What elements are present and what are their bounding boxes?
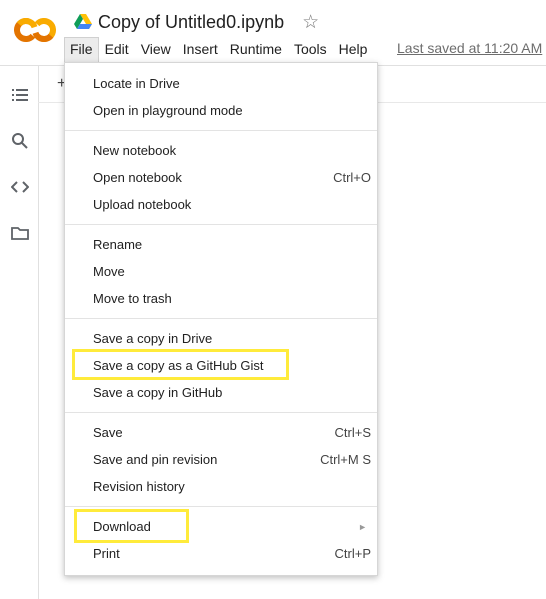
- shortcut-label: Ctrl+P: [334, 546, 371, 561]
- menu-item-open-playground[interactable]: Open in playground mode: [93, 100, 371, 122]
- menu-item-save-and-pin[interactable]: Save and pin revision Ctrl+M S: [93, 449, 371, 471]
- code-snippets-icon[interactable]: [11, 178, 29, 196]
- menu-separator: [65, 130, 377, 131]
- menu-separator: [65, 318, 377, 319]
- menu-insert[interactable]: Insert: [177, 37, 224, 61]
- files-folder-icon[interactable]: [11, 224, 29, 242]
- menu-item-upload-notebook[interactable]: Upload notebook: [93, 194, 371, 216]
- menu-item-print[interactable]: Print Ctrl+P: [93, 543, 371, 565]
- menu-item-revision-history[interactable]: Revision history: [93, 476, 371, 498]
- table-of-contents-icon[interactable]: [11, 86, 29, 104]
- submenu-arrow-icon: ►: [358, 522, 367, 532]
- star-icon[interactable]: ☆: [302, 13, 319, 32]
- search-icon[interactable]: [11, 132, 29, 150]
- menu-item-move[interactable]: Move: [93, 261, 371, 283]
- menu-item-save-copy-drive[interactable]: Save a copy in Drive: [93, 328, 371, 350]
- menu-edit[interactable]: Edit: [99, 37, 135, 61]
- menu-item-new-notebook[interactable]: New notebook: [93, 140, 371, 162]
- shortcut-label: Ctrl+O: [333, 170, 371, 185]
- last-saved-link[interactable]: Last saved at 11:20 AM: [397, 40, 542, 56]
- menu-separator: [65, 412, 377, 413]
- menu-item-locate-in-drive[interactable]: Locate in Drive: [93, 73, 371, 95]
- notebook-title-row: Copy of Untitled0.ipynb ☆: [74, 9, 319, 35]
- menu-separator: [65, 224, 377, 225]
- menu-help[interactable]: Help: [333, 37, 374, 61]
- menu-runtime[interactable]: Runtime: [224, 37, 288, 61]
- menu-view[interactable]: View: [135, 37, 177, 61]
- menu-item-save[interactable]: Save Ctrl+S: [93, 422, 371, 444]
- menubar: File Edit View Insert Runtime Tools Help: [64, 36, 373, 62]
- highlight-box-download: [74, 509, 189, 543]
- shortcut-label: Ctrl+S: [334, 425, 371, 440]
- file-menu-dropdown: Locate in Drive Open in playground mode …: [64, 62, 378, 576]
- menu-separator: [65, 506, 377, 507]
- menu-item-rename[interactable]: Rename: [93, 234, 371, 256]
- menu-item-open-notebook[interactable]: Open notebook Ctrl+O: [93, 167, 371, 189]
- notebook-title[interactable]: Copy of Untitled0.ipynb: [98, 12, 284, 33]
- shortcut-label: Ctrl+M S: [320, 452, 371, 467]
- menu-item-save-copy-github[interactable]: Save a copy in GitHub: [93, 382, 371, 404]
- colab-logo[interactable]: [14, 14, 56, 46]
- highlight-box-gist: [72, 349, 289, 380]
- menu-file[interactable]: File: [64, 36, 99, 62]
- sidebar-divider: [38, 65, 39, 599]
- google-drive-icon[interactable]: [74, 14, 92, 30]
- menu-item-move-to-trash[interactable]: Move to trash: [93, 288, 371, 310]
- menu-tools[interactable]: Tools: [288, 37, 333, 61]
